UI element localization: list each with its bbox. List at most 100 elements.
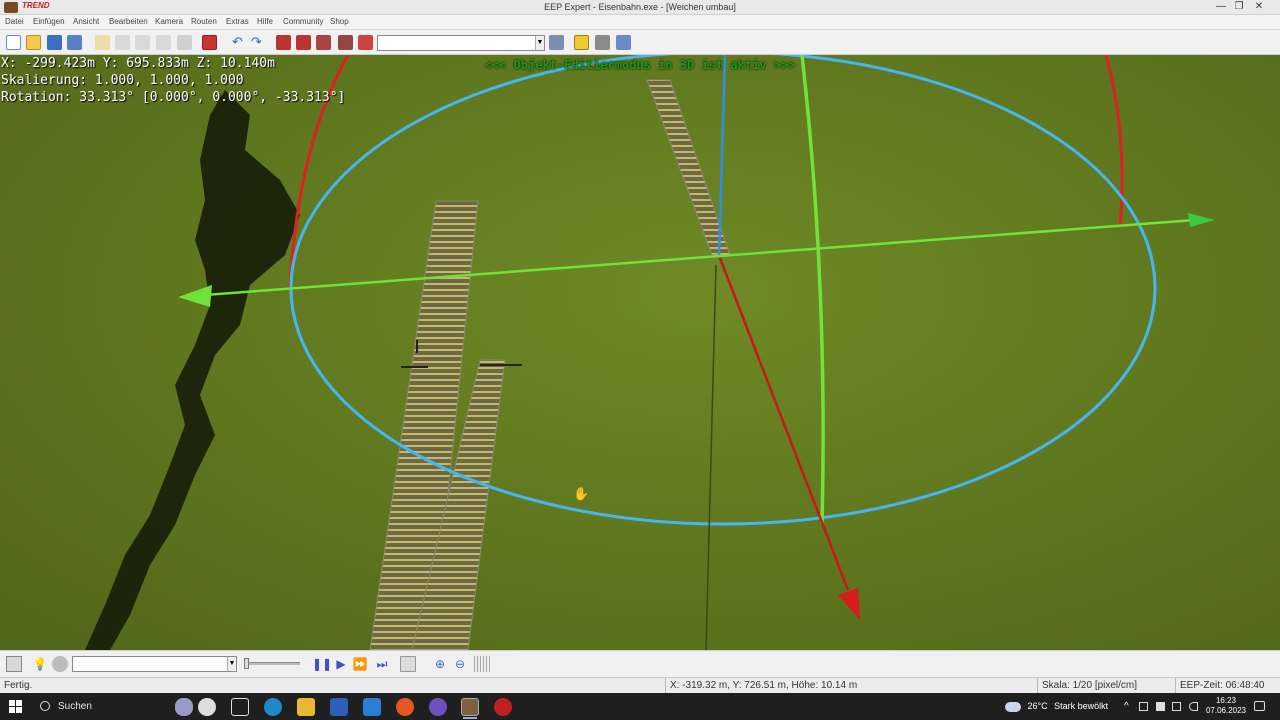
- tray-dropbox-icon[interactable]: [1155, 702, 1165, 712]
- clock-widget-icon[interactable]: [198, 698, 216, 716]
- tools-icon[interactable]: [595, 35, 610, 50]
- menu-community[interactable]: Community: [283, 17, 323, 26]
- menu-bearbeiten[interactable]: Bearbeiten: [109, 17, 148, 26]
- new-file-icon[interactable]: [6, 35, 21, 50]
- chevron-down-icon[interactable]: ▼: [535, 36, 544, 50]
- road-editor-icon[interactable]: [296, 35, 311, 50]
- rotation-arc-y: [800, 55, 825, 524]
- track-editor-icon[interactable]: [276, 35, 291, 50]
- object-scale-readout: Skalierung: 1.000, 1.000, 1.000: [1, 73, 244, 88]
- menu-shop[interactable]: Shop: [330, 17, 349, 26]
- eep-time-readout: EEP-Zeit: 06:48:40: [1175, 678, 1280, 694]
- restore-button[interactable]: ❐: [1230, 0, 1248, 15]
- search-icon: [40, 701, 50, 711]
- play-button[interactable]: ▶: [333, 656, 349, 672]
- store-icon[interactable]: [330, 698, 348, 716]
- active-app-indicator: [463, 717, 477, 719]
- hand-cursor-icon: ✋: [573, 486, 589, 502]
- task-view-icon[interactable]: [231, 698, 249, 716]
- tray-app-icon[interactable]: [1139, 702, 1148, 712]
- speed-slider[interactable]: [244, 658, 300, 669]
- fast-forward-button[interactable]: ⏩: [352, 656, 368, 672]
- camera-icon[interactable]: [549, 35, 564, 50]
- edge-browser-icon[interactable]: [264, 698, 282, 716]
- status-bar: Fertig. X: -319.32 m, Y: 726.51 m, Höhe:…: [0, 677, 1280, 694]
- pause-button[interactable]: ❚❚: [312, 656, 332, 672]
- speed-slider-handle[interactable]: [244, 658, 249, 669]
- bottom-toolbar: 💡 ▼ ❚❚ ▶ ⏩ ⏭ ⊕ ⊖: [0, 650, 1280, 677]
- fastest-forward-button[interactable]: ⏭: [374, 656, 390, 672]
- menu-einfuegen[interactable]: Einfügen: [33, 17, 65, 26]
- weather-text: Stark bewölkt: [1054, 701, 1109, 711]
- axis-z: [717, 55, 727, 258]
- minimize-button[interactable]: —: [1212, 0, 1230, 15]
- cloud-icon: [1005, 701, 1021, 712]
- settings-icon[interactable]: [616, 35, 631, 50]
- window-icon[interactable]: [400, 656, 416, 672]
- object-editor-icon[interactable]: [338, 35, 353, 50]
- camera-selector-combo[interactable]: ▼: [72, 656, 237, 672]
- lightbulb-icon[interactable]: 💡: [32, 656, 48, 672]
- windows-start-icon[interactable]: [9, 700, 22, 713]
- obs-icon[interactable]: [429, 698, 447, 716]
- weather-temp: 26°C: [1027, 701, 1048, 711]
- volume-icon[interactable]: [1188, 702, 1198, 712]
- chevron-down-icon[interactable]: ▼: [227, 657, 236, 671]
- taskbar-search[interactable]: Suchen: [34, 696, 224, 717]
- messenger-icon[interactable]: [363, 698, 381, 716]
- tray-icons: [1139, 693, 1198, 720]
- duplicate-icon[interactable]: [156, 35, 171, 50]
- firefox-icon[interactable]: [396, 698, 414, 716]
- delete-icon[interactable]: [177, 35, 192, 50]
- render-icon[interactable]: [202, 35, 217, 50]
- open-folder-icon[interactable]: [26, 35, 41, 50]
- notification-icon[interactable]: [1254, 701, 1265, 711]
- scale-readout: Skala: 1/20 [pixel/cm]: [1037, 678, 1175, 694]
- windows-taskbar: Suchen 26°C Stark bewölkt ^ 16:23 07.06.…: [0, 693, 1280, 720]
- tram-editor-icon[interactable]: [316, 35, 331, 50]
- menu-extras[interactable]: Extras: [226, 17, 249, 26]
- axis-y-arrow-left: [178, 285, 212, 307]
- menu-datei[interactable]: Datei: [5, 17, 24, 26]
- cursor-position-readout: X: -319.32 m, Y: 726.51 m, Höhe: 10.14 m: [665, 678, 1037, 694]
- grip-handle-icon[interactable]: [474, 656, 490, 672]
- main-toolbar: ↶ ↷ ▼: [0, 29, 1280, 55]
- axis-x: [718, 257, 850, 591]
- weather-widget[interactable]: 26°C Stark bewölkt: [1005, 693, 1108, 720]
- zoom-in-icon[interactable]: ⊕: [432, 656, 448, 672]
- axis-y-arrow-right: [1188, 213, 1215, 227]
- redo-icon[interactable]: ↷: [249, 35, 264, 50]
- file-explorer-icon[interactable]: [297, 698, 315, 716]
- lighting-icon[interactable]: [574, 35, 589, 50]
- camera-icon[interactable]: [52, 656, 68, 672]
- network-icon[interactable]: [1172, 702, 1182, 712]
- signal-editor-icon[interactable]: [358, 35, 373, 50]
- axis-y: [204, 218, 1196, 297]
- menu-bar: Datei Einfügen Ansicht Bearbeiten Kamera…: [0, 15, 1280, 29]
- cut-icon[interactable]: [95, 35, 110, 50]
- copy-icon[interactable]: [115, 35, 130, 50]
- tray-overflow-chevron[interactable]: ^: [1124, 693, 1129, 720]
- edit-note-icon[interactable]: [6, 656, 22, 672]
- terrain-shadow: [85, 90, 300, 650]
- menu-routen[interactable]: Routen: [191, 17, 217, 26]
- object-selector-combo[interactable]: ▼: [377, 35, 545, 51]
- menu-kamera[interactable]: Kamera: [155, 17, 183, 26]
- search-label: Suchen: [58, 701, 92, 712]
- app-window: TREND EEP Expert - Eisenbahn.exe - [Weic…: [0, 0, 1280, 720]
- 3d-viewport[interactable]: ✋ X: -299.423m Y: 695.833m Z: 10.140m Sk…: [0, 55, 1280, 650]
- eep-app-icon[interactable]: [461, 698, 479, 716]
- search-highlight-icon[interactable]: [175, 698, 193, 716]
- save-icon[interactable]: [47, 35, 62, 50]
- taskbar-clock[interactable]: 16:23 07.06.2023: [1206, 696, 1246, 716]
- paste-icon[interactable]: [135, 35, 150, 50]
- undo-icon[interactable]: ↶: [230, 35, 245, 50]
- zoom-out-icon[interactable]: ⊖: [452, 656, 468, 672]
- save-as-icon[interactable]: [67, 35, 82, 50]
- menu-ansicht[interactable]: Ansicht: [73, 17, 99, 26]
- close-button[interactable]: ✕: [1250, 0, 1268, 15]
- status-text: Fertig.: [4, 680, 33, 691]
- recording-icon[interactable]: [494, 698, 512, 716]
- menu-hilfe[interactable]: Hilfe: [257, 17, 273, 26]
- object-shadow-line: [705, 264, 717, 650]
